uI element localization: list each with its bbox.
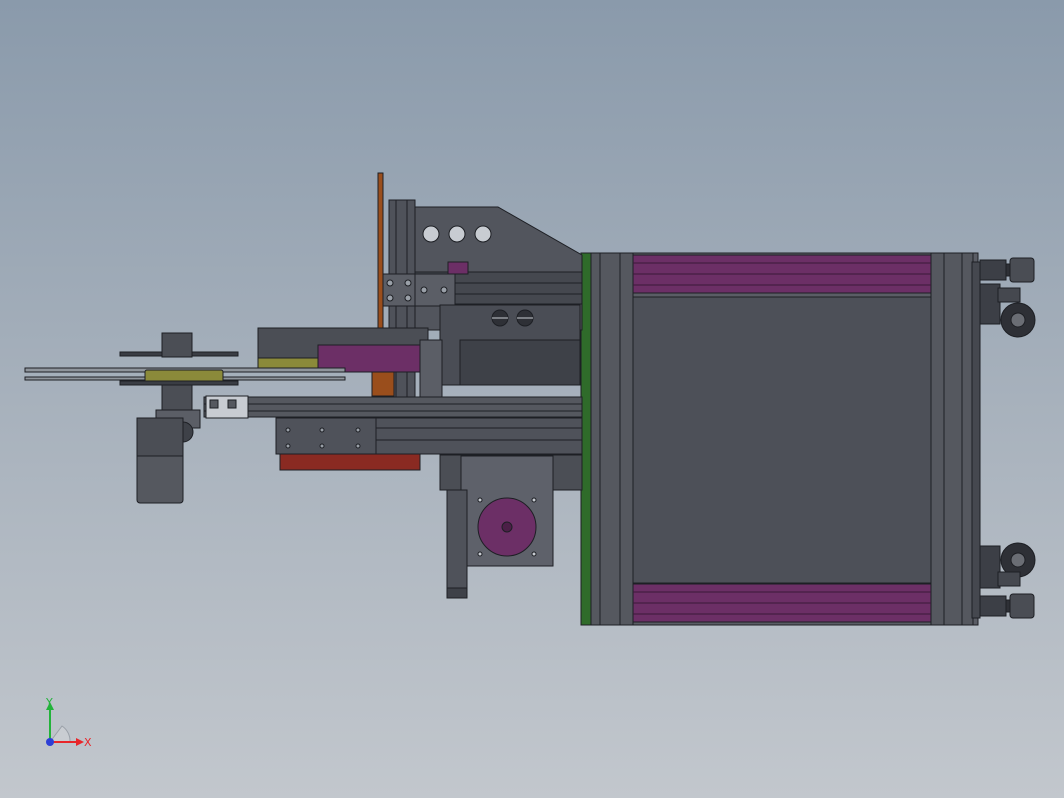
bottom-leveling-foot[interactable] [979,593,1035,619]
machine-assembly-model[interactable] [0,0,1064,798]
horizontal-rail-upper[interactable] [203,396,583,418]
drive-motor[interactable] [136,417,184,504]
profile-connector [205,395,249,419]
red-base-rail [279,453,421,471]
vertical-guide-strip [377,172,384,334]
top-caster-wheel[interactable] [979,283,1036,338]
horizontal-rail-lower[interactable] [275,417,583,455]
z-axis-dot [46,738,54,746]
x-axis-label: X [84,736,92,749]
top-leveling-foot[interactable] [979,257,1035,283]
main-cabinet[interactable] [589,252,981,626]
bracket-hole [448,225,466,243]
middle-mechanism-block[interactable] [439,304,581,386]
corner-brackets [382,273,456,307]
cad-viewport[interactable]: Y X [0,0,1064,798]
axis-triad: Y X [45,696,92,749]
y-axis-label: Y [45,696,53,709]
bracket-hole [422,225,440,243]
bracket-hole [474,225,492,243]
motor-mount-plate[interactable] [439,454,583,599]
bottom-caster-wheel[interactable] [979,542,1036,589]
